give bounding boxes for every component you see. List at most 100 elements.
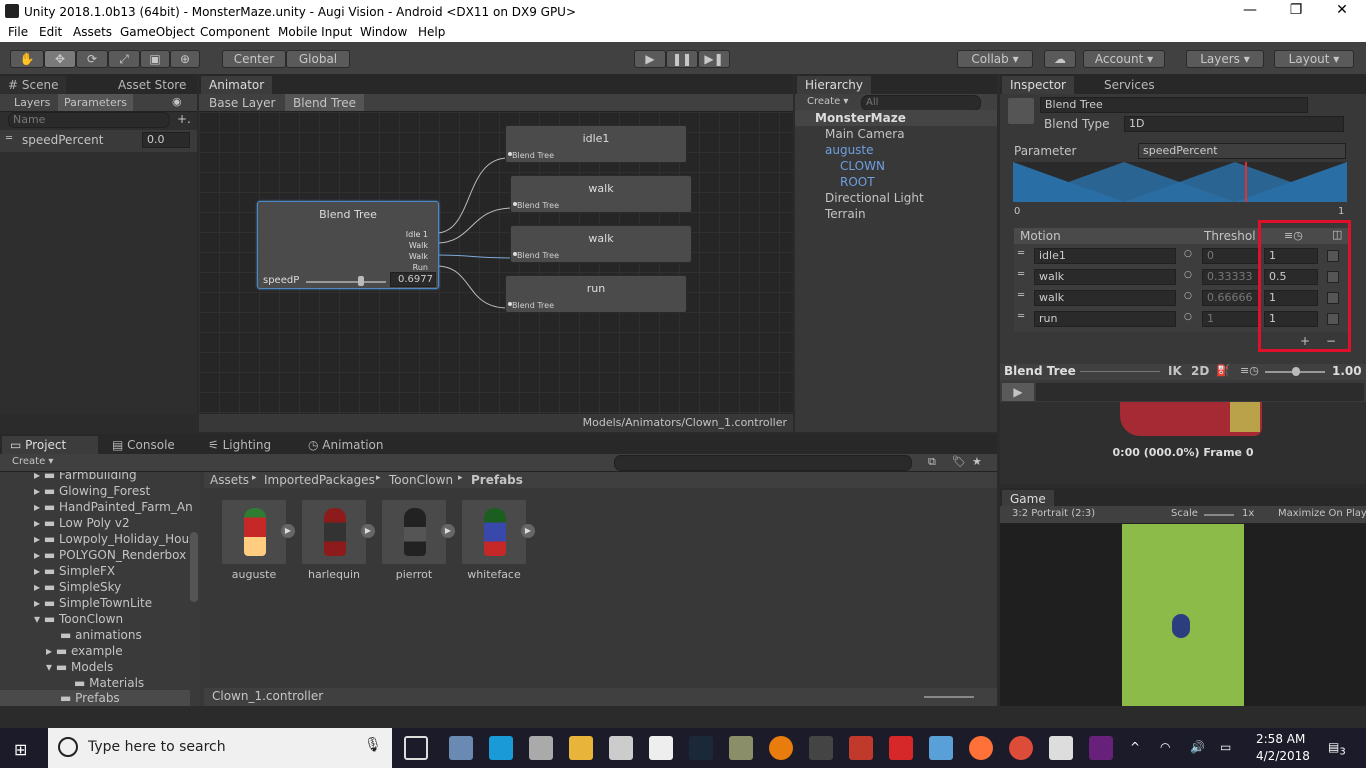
- rotate-tool-button[interactable]: ⟳: [76, 50, 108, 68]
- menu-edit[interactable]: Edit: [39, 25, 62, 39]
- threshold-graph[interactable]: [1013, 162, 1347, 202]
- clock-date[interactable]: 4/2/2018: [1256, 749, 1310, 763]
- folder-item[interactable]: ▸ ▬ POLYGON_Renderbox: [34, 548, 186, 562]
- compute-icon[interactable]: ○: [1184, 291, 1192, 301]
- calculator-icon[interactable]: [609, 736, 633, 760]
- menu-file[interactable]: File: [8, 25, 28, 39]
- scale-tool-button[interactable]: ⤢: [108, 50, 140, 68]
- expand-arrow-icon[interactable]: ▶: [521, 524, 535, 538]
- account-dropdown[interactable]: Account ▾: [1083, 50, 1165, 68]
- close-button[interactable]: ✕: [1322, 2, 1362, 18]
- motion-node-walk-1[interactable]: walk Blend Tree: [510, 175, 692, 213]
- star-icon[interactable]: ★: [972, 455, 982, 468]
- blend-type-dropdown[interactable]: 1D: [1124, 116, 1344, 132]
- menu-window[interactable]: Window: [360, 25, 407, 39]
- pause-button[interactable]: ❚❚: [666, 50, 698, 68]
- icon-size-slider[interactable]: [924, 696, 974, 698]
- flask-icon[interactable]: [929, 736, 953, 760]
- 2d-toggle[interactable]: 2D: [1191, 364, 1209, 378]
- tab-parameters[interactable]: Parameters: [58, 94, 133, 111]
- wifi-icon[interactable]: ◠: [1160, 740, 1170, 754]
- breadcrumb-prefabs[interactable]: Prefabs: [471, 473, 523, 487]
- parameter-dropdown[interactable]: speedPercent: [1138, 143, 1346, 159]
- taskbar-app-icon[interactable]: [529, 736, 553, 760]
- param-name[interactable]: speedPercent: [22, 133, 103, 147]
- expand-arrow-icon[interactable]: ▶: [361, 524, 375, 538]
- microphone-icon[interactable]: 🎙: [364, 737, 382, 753]
- tag-icon[interactable]: 🏷: [952, 455, 966, 468]
- notifications-icon[interactable]: ▤3: [1328, 740, 1346, 757]
- folder-item[interactable]: ▸ ▬ HandPainted_Farm_An: [34, 500, 193, 514]
- pivot-global-button[interactable]: Global: [286, 50, 350, 68]
- compute-icon[interactable]: ○: [1184, 312, 1192, 322]
- param-value-field[interactable]: 0.0: [142, 132, 190, 148]
- tab-project[interactable]: ▭ Project: [2, 436, 98, 454]
- hierarchy-item[interactable]: Terrain: [825, 207, 866, 221]
- folder-item[interactable]: ▬ animations: [60, 628, 142, 642]
- breadcrumb-importedpackages[interactable]: ImportedPackages: [264, 473, 375, 487]
- folder-tree-scrollbar[interactable]: [190, 532, 198, 602]
- expand-arrow-icon[interactable]: ▶: [281, 524, 295, 538]
- tab-services[interactable]: Services: [1096, 76, 1163, 94]
- chrome-icon[interactable]: [1009, 736, 1033, 760]
- step-button[interactable]: ▶❚: [698, 50, 730, 68]
- chevron-up-icon[interactable]: ^: [1130, 740, 1140, 754]
- motion-node-walk-2[interactable]: walk Blend Tree: [510, 225, 692, 263]
- taskbar-app-icon[interactable]: [849, 736, 873, 760]
- tab-layers[interactable]: Layers: [14, 96, 50, 109]
- camera-icon[interactable]: [649, 736, 673, 760]
- compute-icon[interactable]: ○: [1184, 270, 1192, 280]
- motion-node-idle1[interactable]: idle1 Blend Tree: [505, 125, 687, 163]
- blend-tree-node[interactable]: Blend Tree Idle 1 Walk Walk Run speedP 0…: [257, 201, 439, 289]
- cloud-icon[interactable]: ☁: [1044, 50, 1076, 68]
- layout-dropdown[interactable]: Layout ▾: [1274, 50, 1354, 68]
- preview-timeline[interactable]: [1036, 383, 1364, 401]
- threshold-field[interactable]: 0.66666: [1202, 290, 1260, 306]
- row-drag-handle[interactable]: ═: [1018, 311, 1024, 322]
- threshold-field[interactable]: 0.33333: [1202, 269, 1260, 285]
- collab-button[interactable]: Collab ▾: [957, 50, 1033, 68]
- hierarchy-item[interactable]: Main Camera: [825, 127, 905, 141]
- hierarchy-item[interactable]: ROOT: [840, 175, 875, 189]
- steam-icon[interactable]: [689, 736, 713, 760]
- hand-tool-button[interactable]: ✋: [10, 50, 44, 68]
- taskbar-app-icon[interactable]: [449, 736, 473, 760]
- compute-icon[interactable]: ○: [1184, 249, 1192, 259]
- row-drag-handle[interactable]: ═: [1018, 248, 1024, 259]
- project-search-input[interactable]: [614, 455, 912, 471]
- scale-slider[interactable]: [1204, 514, 1234, 516]
- folder-item[interactable]: ▾ ▬ ToonClown: [34, 612, 123, 626]
- inspector-name-field[interactable]: Blend Tree: [1040, 97, 1308, 113]
- taskbar-search-box[interactable]: Type here to search 🎙: [48, 728, 392, 768]
- motion-field[interactable]: run: [1034, 311, 1176, 327]
- breadcrumb-assets[interactable]: Assets: [210, 473, 249, 487]
- add-param-button[interactable]: +.: [177, 112, 191, 126]
- hierarchy-create-dropdown[interactable]: Create ▾: [807, 96, 848, 107]
- tab-asset-store[interactable]: Asset Store: [110, 76, 195, 94]
- hierarchy-search-input[interactable]: All: [861, 95, 981, 111]
- hierarchy-item[interactable]: Directional Light: [825, 191, 924, 205]
- clock-time[interactable]: 2:58 AM: [1256, 732, 1305, 746]
- maximize-on-play-toggle[interactable]: Maximize On Play: [1278, 508, 1366, 519]
- folder-item[interactable]: ▸ ▬ Lowpoly_Holiday_Hous: [34, 532, 195, 546]
- filter-type-icon[interactable]: ⧉: [928, 455, 936, 469]
- task-view-icon[interactable]: [404, 736, 428, 760]
- file-explorer-icon[interactable]: [569, 736, 593, 760]
- preview-viewport[interactable]: 0:00 (000.0%) Frame 0: [1000, 402, 1366, 484]
- taskbar-app-icon[interactable]: [489, 736, 513, 760]
- folder-item[interactable]: ▬ Materials: [74, 676, 144, 690]
- slider-thumb[interactable]: [358, 276, 364, 286]
- rect-tool-button[interactable]: ▣: [140, 50, 170, 68]
- visual-studio-icon[interactable]: [1089, 736, 1113, 760]
- taskbar-app-icon[interactable]: [729, 736, 753, 760]
- firefox-icon[interactable]: [969, 736, 993, 760]
- motion-field[interactable]: walk: [1034, 290, 1176, 306]
- minimize-button[interactable]: —: [1230, 2, 1270, 18]
- folder-item[interactable]: ▸ ▬ Low Poly v2: [34, 516, 130, 530]
- menu-mobile-input[interactable]: Mobile Input: [278, 25, 352, 39]
- threshold-field[interactable]: 1: [1202, 311, 1260, 327]
- menu-component[interactable]: Component: [200, 25, 270, 39]
- row-drag-handle[interactable]: ═: [1018, 269, 1024, 280]
- creative-cloud-icon[interactable]: [889, 736, 913, 760]
- taskbar-app-icon[interactable]: [809, 736, 833, 760]
